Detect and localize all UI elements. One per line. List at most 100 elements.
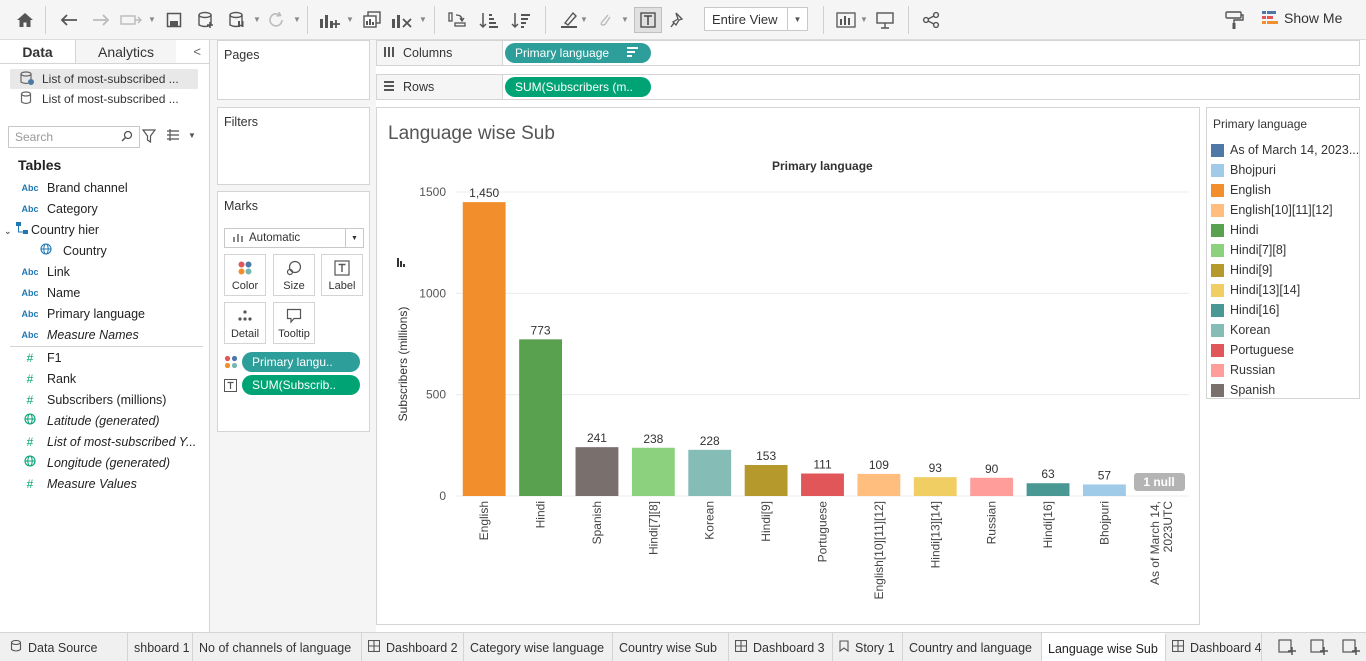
datasource-dropdown-icon[interactable]: ▼	[253, 15, 261, 24]
field-item[interactable]: Abc Brand channel	[0, 177, 205, 198]
field-item[interactable]: # Subscribers (millions)	[0, 389, 205, 410]
field-item[interactable]: # List of most-subscribed Y...	[0, 431, 205, 452]
field-item[interactable]: Abc Link	[0, 261, 205, 282]
color-pill[interactable]: Primary langu..	[242, 352, 360, 372]
datasource-item-active[interactable]: List of most-subscribed ...	[10, 69, 198, 89]
tab-analytics[interactable]: Analytics	[76, 40, 176, 63]
sort-descending-icon[interactable]	[510, 7, 532, 33]
sheet-tab[interactable]: Category wise language	[464, 633, 613, 661]
clear-dropdown-icon[interactable]: ▼	[419, 15, 427, 24]
fit-view-select[interactable]: Entire View ▼	[704, 7, 808, 31]
save-icon[interactable]	[163, 7, 185, 33]
group-members-icon[interactable]	[594, 7, 616, 33]
legend-item[interactable]: English[10][11][12]	[1211, 200, 1359, 220]
new-worksheet-icon[interactable]	[319, 7, 341, 33]
redo-icon[interactable]	[90, 7, 112, 33]
replay-dropdown-icon[interactable]: ▼	[148, 15, 156, 24]
view-options-dropdown-icon[interactable]: ▼	[188, 131, 196, 140]
mark-type-select[interactable]: Automatic ▼	[224, 228, 364, 248]
field-item[interactable]: # F1	[0, 347, 205, 368]
format-painter-icon[interactable]	[1223, 7, 1245, 33]
refresh-dropdown-icon[interactable]: ▼	[293, 15, 301, 24]
filter-icon[interactable]	[141, 129, 157, 146]
sort-ascending-icon[interactable]	[478, 7, 500, 33]
highlight-dropdown-icon[interactable]: ▼	[580, 15, 588, 24]
new-datasource-icon[interactable]	[195, 7, 217, 33]
legend-item[interactable]: Spanish	[1211, 380, 1359, 400]
field-item[interactable]: # Rank	[0, 368, 205, 389]
show-mark-labels-icon[interactable]	[634, 7, 662, 33]
search-input[interactable]: Search	[8, 126, 140, 148]
undo-icon[interactable]	[58, 7, 80, 33]
field-item[interactable]: Abc Primary language	[0, 303, 205, 324]
group-dropdown-icon[interactable]: ▼	[621, 15, 629, 24]
color-icon	[237, 260, 253, 279]
clear-sheet-icon[interactable]	[391, 7, 413, 33]
view-options-icon[interactable]	[166, 129, 180, 144]
sheet-tab[interactable]: Language wise Sub	[1042, 633, 1166, 661]
legend-item[interactable]: Portuguese	[1211, 340, 1359, 360]
datasource-item[interactable]: List of most-subscribed ...	[10, 89, 198, 109]
new-worksheet-tab-icon[interactable]	[1278, 639, 1296, 658]
bar-value-label: 153	[756, 449, 776, 463]
show-cards-dropdown-icon[interactable]: ▼	[860, 15, 868, 24]
new-worksheet-dropdown-icon[interactable]: ▼	[346, 15, 354, 24]
duplicate-sheet-icon[interactable]	[361, 7, 383, 33]
swap-rows-columns-icon[interactable]	[446, 7, 468, 33]
pages-card[interactable]: Pages	[217, 40, 370, 100]
highlight-icon[interactable]	[558, 7, 580, 33]
detail-button[interactable]: Detail	[224, 302, 266, 344]
legend-item[interactable]: Hindi[7][8]	[1211, 240, 1359, 260]
rows-shelf-label: Rows	[377, 75, 503, 99]
show-me-button[interactable]: Show Me	[1262, 10, 1342, 26]
field-item[interactable]: # Measure Values	[0, 473, 205, 494]
show-cards-icon[interactable]	[835, 7, 857, 33]
size-button[interactable]: Size	[273, 254, 315, 296]
sheet-tab[interactable]: No of channels of language	[193, 633, 362, 661]
legend-item[interactable]: As of March 14, 2023...	[1211, 140, 1359, 160]
tab-data[interactable]: Data	[0, 40, 76, 63]
presentation-mode-icon[interactable]	[874, 7, 896, 33]
sheet-tab[interactable]: Dashboard 2	[362, 633, 464, 661]
collapse-pane-icon[interactable]: <	[193, 44, 201, 59]
rows-pill[interactable]: SUM(Subscribers (m..	[505, 77, 651, 97]
legend-item[interactable]: Russian	[1211, 360, 1359, 380]
field-item[interactable]: Abc Category	[0, 198, 205, 219]
sheet-tab[interactable]: Story 1	[833, 633, 903, 661]
color-button[interactable]: Color	[224, 254, 266, 296]
replay-icon[interactable]	[120, 7, 142, 33]
legend-item[interactable]: Korean	[1211, 320, 1359, 340]
field-item[interactable]: Abc Measure Names	[0, 324, 205, 345]
home-icon[interactable]	[14, 7, 36, 33]
legend-item[interactable]: English	[1211, 180, 1359, 200]
sheet-tab[interactable]: Dashboard 3	[729, 633, 833, 661]
sheet-tab[interactable]: Data Source	[0, 633, 128, 661]
field-item[interactable]: Abc Name	[0, 282, 205, 303]
label-button[interactable]: Label	[321, 254, 363, 296]
sheet-tab[interactable]: Country and language	[903, 633, 1042, 661]
pause-datasource-icon[interactable]	[226, 7, 248, 33]
new-dashboard-tab-icon[interactable]	[1310, 639, 1328, 658]
legend-item[interactable]: Hindi[13][14]	[1211, 280, 1359, 300]
columns-pill[interactable]: Primary language	[505, 43, 651, 63]
label-pill[interactable]: SUM(Subscrib..	[242, 375, 360, 395]
share-icon[interactable]	[920, 7, 942, 33]
field-item[interactable]: Latitude (generated)	[0, 410, 205, 431]
legend-item[interactable]: Hindi[16]	[1211, 300, 1359, 320]
bar-value-label: 228	[700, 434, 720, 448]
sheet-tab[interactable]: Country wise Sub	[613, 633, 729, 661]
fix-axes-icon[interactable]	[667, 7, 689, 33]
legend-item[interactable]: Bhojpuri	[1211, 160, 1359, 180]
refresh-icon[interactable]	[265, 7, 287, 33]
tooltip-button[interactable]: Tooltip	[273, 302, 315, 344]
show-me-icon	[1262, 11, 1278, 24]
filters-card[interactable]: Filters	[217, 107, 370, 185]
sheet-tab[interactable]: Dashboard 4	[1166, 633, 1262, 661]
field-item[interactable]: Country	[0, 240, 205, 261]
sheet-tab[interactable]: shboard 1	[128, 633, 193, 661]
field-item[interactable]: Longitude (generated)	[0, 452, 205, 473]
legend-item[interactable]: Hindi	[1211, 220, 1359, 240]
legend-item[interactable]: Hindi[9]	[1211, 260, 1359, 280]
new-story-tab-icon[interactable]	[1342, 639, 1360, 658]
field-item[interactable]: ⌄ Country hier	[0, 219, 205, 240]
